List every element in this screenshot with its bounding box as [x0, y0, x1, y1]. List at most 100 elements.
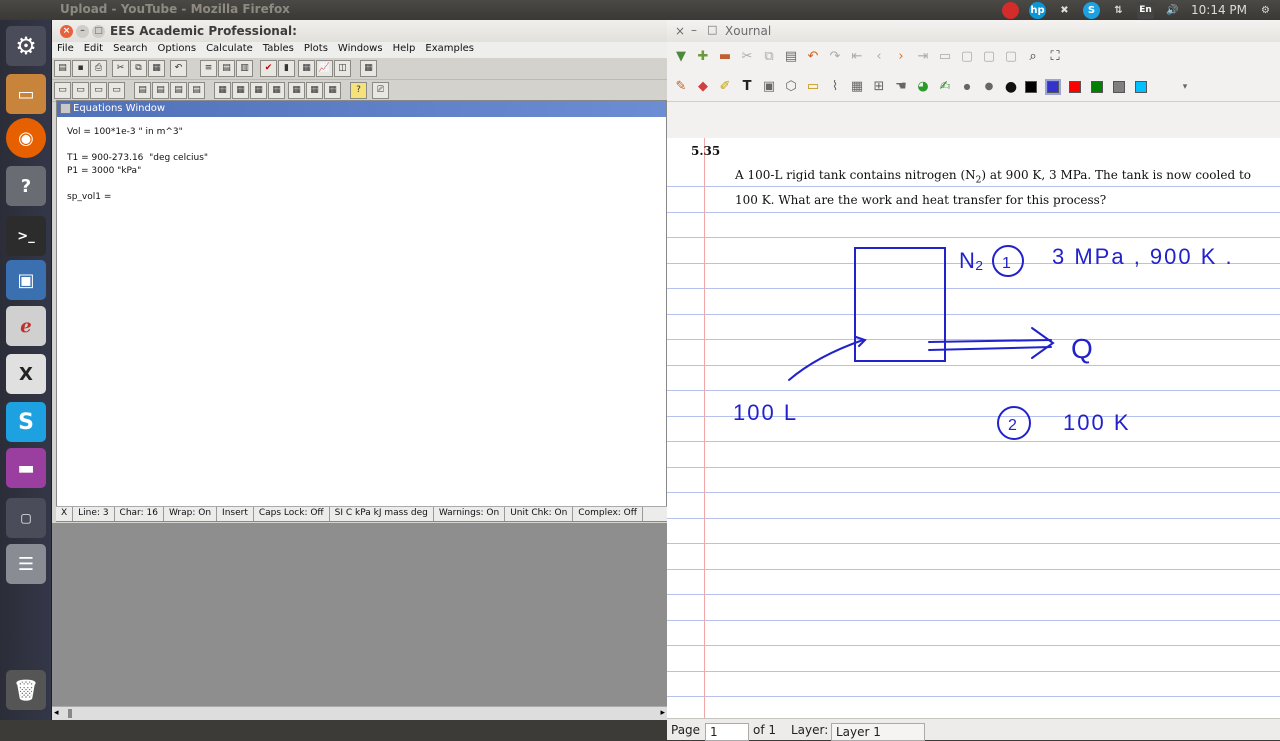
text-tool-icon[interactable]: T — [739, 79, 755, 95]
color-green-swatch[interactable] — [1091, 80, 1103, 93]
formatted-eq-icon[interactable]: ▤ — [218, 60, 235, 77]
xournal-app-icon[interactable]: ℯ — [6, 306, 46, 346]
open-folder-icon[interactable]: ▬ — [717, 49, 733, 65]
integral-table-icon[interactable]: ▤ — [188, 82, 205, 99]
pen-icon[interactable]: ✎ — [673, 79, 689, 95]
terminal-icon[interactable]: >_ — [6, 216, 46, 256]
tools-icon[interactable]: ✖ — [1056, 2, 1073, 19]
status-units[interactable]: SI C kPa kJ mass deg — [330, 507, 434, 521]
menu-examples[interactable]: Examples — [420, 42, 479, 58]
status-close[interactable]: X — [56, 507, 74, 521]
zoom-100-icon[interactable]: ▢ — [981, 49, 997, 65]
menu-plots[interactable]: Plots — [299, 42, 333, 58]
firefox-icon[interactable]: ◉ — [6, 118, 46, 158]
page-number-spinner[interactable]: 1 — [705, 723, 749, 741]
window-control-icon[interactable] — [60, 103, 71, 114]
menu-windows[interactable]: Windows — [333, 42, 388, 58]
plot-window-icon[interactable]: ▦ — [306, 82, 323, 99]
menu-tables[interactable]: Tables — [258, 42, 299, 58]
status-wrap[interactable]: Wrap: On — [164, 507, 218, 521]
ees-app-icon[interactable]: ▣ — [6, 260, 46, 300]
diagram-icon[interactable]: ◫ — [334, 60, 351, 77]
close-icon[interactable]: × — [675, 24, 685, 38]
hp-icon[interactable]: hp — [1029, 1, 1046, 19]
cut-icon[interactable]: ✂ — [112, 60, 129, 77]
record-icon[interactable] — [1002, 1, 1019, 19]
window-list-icon[interactable]: ▦ — [288, 82, 305, 99]
window-1-icon[interactable]: ▭ — [54, 82, 71, 99]
check-icon[interactable]: ✔ — [260, 60, 277, 77]
menu-edit[interactable]: Edit — [79, 42, 108, 58]
status-unitchk[interactable]: Unit Chk: On — [505, 507, 574, 521]
network-icon[interactable]: ⇅ — [1110, 2, 1127, 19]
chart-window-icon[interactable]: ▦ — [324, 82, 341, 99]
cascade-icon[interactable]: ▦ — [250, 82, 267, 99]
keyboard-layout[interactable]: En — [1137, 1, 1154, 19]
hand-tool-icon[interactable]: ▦ — [849, 79, 865, 95]
scroll-left-icon[interactable]: ◂ — [54, 708, 59, 718]
grid-icon[interactable]: ▦ — [360, 60, 377, 77]
pan-icon[interactable]: ☚ — [893, 79, 909, 95]
color-cyan-swatch[interactable] — [1135, 80, 1147, 93]
equation-line[interactable]: P1 = 3000 "kPa" — [67, 165, 666, 178]
lookup-table-icon[interactable]: ▤ — [152, 82, 169, 99]
status-warnings[interactable]: Warnings: On — [434, 507, 506, 521]
array-table-icon[interactable]: ▤ — [170, 82, 187, 99]
undo-icon[interactable]: ↶ — [805, 49, 821, 65]
equation-line[interactable] — [67, 139, 666, 152]
grid-window-icon[interactable]: ▦ — [214, 82, 231, 99]
clock[interactable]: 10:14 PM — [1191, 3, 1247, 17]
menu-search[interactable]: Search — [108, 42, 152, 58]
status-complex[interactable]: Complex: Off — [573, 507, 643, 521]
more-tools-chevron-icon[interactable]: ▾ — [1177, 79, 1193, 95]
equation-line[interactable] — [67, 178, 666, 191]
window-4-icon[interactable]: ▭ — [108, 82, 125, 99]
paste-icon[interactable]: ▤ — [783, 49, 799, 65]
help-icon[interactable]: ? — [6, 166, 46, 206]
table-icon[interactable]: ▦ — [298, 60, 315, 77]
plot-icon[interactable]: 📈 — [316, 60, 333, 77]
first-page-icon[interactable]: ⇤ — [849, 49, 865, 65]
files-icon[interactable]: ▭ — [6, 74, 46, 114]
equation-line[interactable]: sp_vol1 = — [67, 191, 666, 204]
color-black-swatch[interactable] — [1025, 80, 1037, 93]
notebook-page[interactable]: 5.35 A 100-L rigid tank contains nitroge… — [667, 138, 1280, 718]
copy-icon[interactable]: ⧉ — [761, 49, 777, 65]
solution-icon[interactable]: ▥ — [236, 60, 253, 77]
server-app-icon[interactable]: ☰ — [6, 544, 46, 584]
skype-icon[interactable]: S — [1083, 1, 1100, 19]
cut-icon[interactable]: ✂ — [739, 49, 755, 65]
default-tool-icon[interactable]: ⊞ — [871, 79, 887, 95]
previous-page-icon[interactable]: ‹ — [871, 49, 887, 65]
settings-gear-icon[interactable]: ⚙ — [1257, 2, 1274, 19]
maximize-icon[interactable]: □ — [707, 23, 717, 36]
close-icon[interactable]: × — [60, 25, 73, 38]
equations-editor[interactable]: Vol = 100*1e-3 " in m^3" T1 = 900-273.16… — [57, 117, 666, 204]
search-icon[interactable]: ⌕ — [1025, 49, 1041, 65]
zoom-fit-icon[interactable]: ▢ — [959, 49, 975, 65]
equations-icon[interactable]: ≡ — [200, 60, 217, 77]
thin-pen-icon[interactable]: ● — [959, 79, 975, 95]
zoom-out-icon[interactable]: ▭ — [937, 49, 953, 65]
dash-home-icon[interactable]: ⚙ — [6, 26, 46, 66]
eraser-icon[interactable]: ◆ — [695, 79, 711, 95]
equation-line[interactable]: T1 = 900-273.16 "deg celcius" — [67, 152, 666, 165]
undo-icon[interactable]: ↶ — [170, 60, 187, 77]
table-window-icon[interactable]: ▤ — [134, 82, 151, 99]
color-blue-swatch[interactable] — [1045, 78, 1061, 95]
workspace-switcher-icon[interactable]: ▢ — [6, 498, 46, 538]
open-icon[interactable]: ▤ — [54, 60, 71, 77]
minimize-icon[interactable]: – — [691, 23, 697, 37]
next-page-icon[interactable]: › — [893, 49, 909, 65]
paste-icon[interactable]: ▦ — [148, 60, 165, 77]
select-region-icon[interactable]: ⬡ — [783, 79, 799, 95]
thick-pen-icon[interactable]: ● — [1003, 79, 1019, 95]
image-tool-icon[interactable]: ▣ — [761, 79, 777, 95]
scroll-right-icon[interactable]: ▸ — [660, 708, 665, 718]
stack-icon[interactable]: ▦ — [268, 82, 285, 99]
lookup-icon[interactable]: ⎚ — [372, 82, 389, 99]
maximize-icon[interactable]: □ — [92, 25, 105, 38]
help-button-icon[interactable]: ? — [350, 82, 367, 99]
equations-window[interactable]: Equations Window Vol = 100*1e-3 " in m^3… — [56, 100, 667, 522]
media-app-icon[interactable]: ▬ — [6, 448, 46, 488]
